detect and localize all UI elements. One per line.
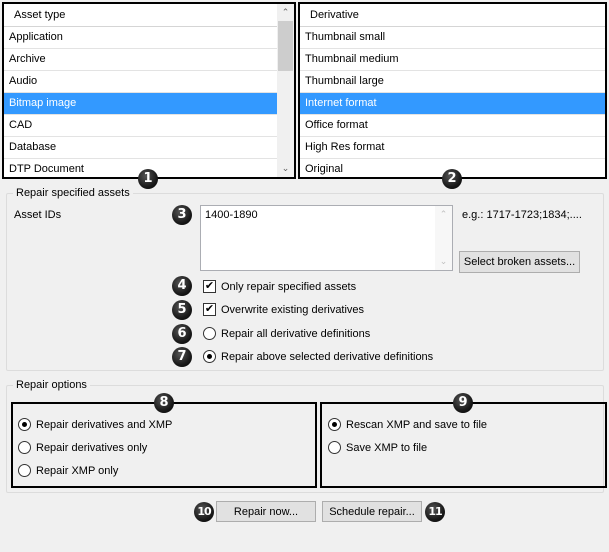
derivative-header[interactable]: Derivative	[300, 4, 605, 27]
radio[interactable]	[203, 350, 216, 363]
overwrite-existing-checkbox[interactable]: ✔ Overwrite existing derivatives	[203, 303, 364, 316]
asset-ids-input[interactable]: 1400-1890 ⌃ ⌄	[200, 205, 453, 271]
annotation-badge-7: 7	[172, 347, 192, 367]
derivative-item[interactable]: Thumbnail small	[300, 27, 605, 49]
radio-label: Save XMP to file	[346, 441, 428, 454]
asset-type-item[interactable]: Bitmap image	[4, 93, 277, 115]
asset-type-item[interactable]: CAD	[4, 115, 277, 137]
derivative-item[interactable]: Thumbnail medium	[300, 49, 605, 71]
only-repair-specified-checkbox[interactable]: ✔ Only repair specified assets	[203, 280, 356, 293]
scroll-up-icon[interactable]: ⌃	[277, 4, 294, 21]
asset-ids-scrollbar[interactable]: ⌃ ⌄	[435, 206, 452, 270]
derivative-item[interactable]: Internet format	[300, 93, 605, 115]
radio[interactable]	[18, 441, 31, 454]
asset-ids-value: 1400-1890	[205, 209, 258, 221]
asset-type-scrollbar[interactable]: ⌃ ⌄	[277, 4, 294, 177]
annotation-badge-9: 9	[453, 393, 473, 413]
select-broken-assets-button[interactable]: Select broken assets...	[459, 251, 580, 273]
scroll-up-icon[interactable]: ⌃	[435, 206, 452, 223]
xmp-mode-radio-option[interactable]: Save XMP to file	[328, 441, 427, 454]
radio[interactable]	[203, 327, 216, 340]
repair-mode-radio-option[interactable]: Repair derivatives only	[18, 441, 147, 454]
asset-type-item[interactable]: Application	[4, 27, 277, 49]
radio-label: Rescan XMP and save to file	[346, 418, 488, 431]
radio[interactable]	[328, 441, 341, 454]
annotation-badge-2: 2	[442, 169, 462, 189]
schedule-repair-button[interactable]: Schedule repair...	[322, 501, 422, 522]
xmp-mode-radio-option[interactable]: Rescan XMP and save to file	[328, 418, 487, 431]
repair-all-definitions-radio[interactable]: Repair all derivative definitions	[203, 327, 370, 340]
scroll-down-icon[interactable]: ⌄	[277, 160, 294, 177]
scroll-thumb[interactable]	[278, 21, 293, 71]
asset-type-item[interactable]: Archive	[4, 49, 277, 71]
checkbox-label: Overwrite existing derivatives	[221, 303, 365, 316]
annotation-badge-3: 3	[172, 205, 192, 225]
annotation-badge-1: 1	[138, 169, 158, 189]
radio-label: Repair above selected derivative definit…	[221, 350, 434, 363]
radio-label: Repair all derivative definitions	[221, 327, 371, 340]
annotation-badge-11: 11	[425, 502, 445, 522]
radio[interactable]	[18, 418, 31, 431]
repair-now-button[interactable]: Repair now...	[216, 501, 316, 522]
repair-specified-title: Repair specified assets	[13, 187, 133, 200]
asset-ids-label: Asset IDs	[14, 209, 62, 221]
annotation-badge-5: 5	[172, 300, 192, 320]
checkbox[interactable]: ✔	[203, 303, 216, 316]
repair-mode-radio-option[interactable]: Repair derivatives and XMP	[18, 418, 172, 431]
checkbox[interactable]: ✔	[203, 280, 216, 293]
radio-label: Repair derivatives and XMP	[36, 418, 173, 431]
asset-type-list[interactable]: Asset type Application Archive Audio Bitmap…	[2, 2, 296, 179]
radio-label: Repair derivatives only	[36, 441, 148, 454]
asset-type-item[interactable]: Database	[4, 137, 277, 159]
annotation-badge-6: 6	[172, 324, 192, 344]
repair-selected-definitions-radio[interactable]: Repair above selected derivative definit…	[203, 350, 433, 363]
annotation-badge-8: 8	[154, 393, 174, 413]
asset-type-item[interactable]: Audio	[4, 71, 277, 93]
annotation-badge-10: 10	[194, 502, 214, 522]
scroll-down-icon[interactable]: ⌄	[435, 253, 452, 270]
asset-ids-example: e.g.: 1717-1723;1834;....	[462, 209, 582, 221]
radio[interactable]	[328, 418, 341, 431]
annotation-badge-4: 4	[172, 276, 192, 296]
checkbox-label: Only repair specified assets	[221, 280, 357, 293]
derivative-item[interactable]: Thumbnail large	[300, 71, 605, 93]
radio[interactable]	[18, 464, 31, 477]
asset-type-header[interactable]: Asset type	[4, 4, 277, 27]
repair-mode-radio-option[interactable]: Repair XMP only	[18, 464, 118, 477]
derivative-item[interactable]: High Res format	[300, 137, 605, 159]
radio-label: Repair XMP only	[36, 464, 119, 477]
derivative-list[interactable]: Derivative Thumbnail small Thumbnail medi…	[298, 2, 607, 179]
derivative-item[interactable]: Office format	[300, 115, 605, 137]
repair-options-title: Repair options	[13, 379, 90, 392]
